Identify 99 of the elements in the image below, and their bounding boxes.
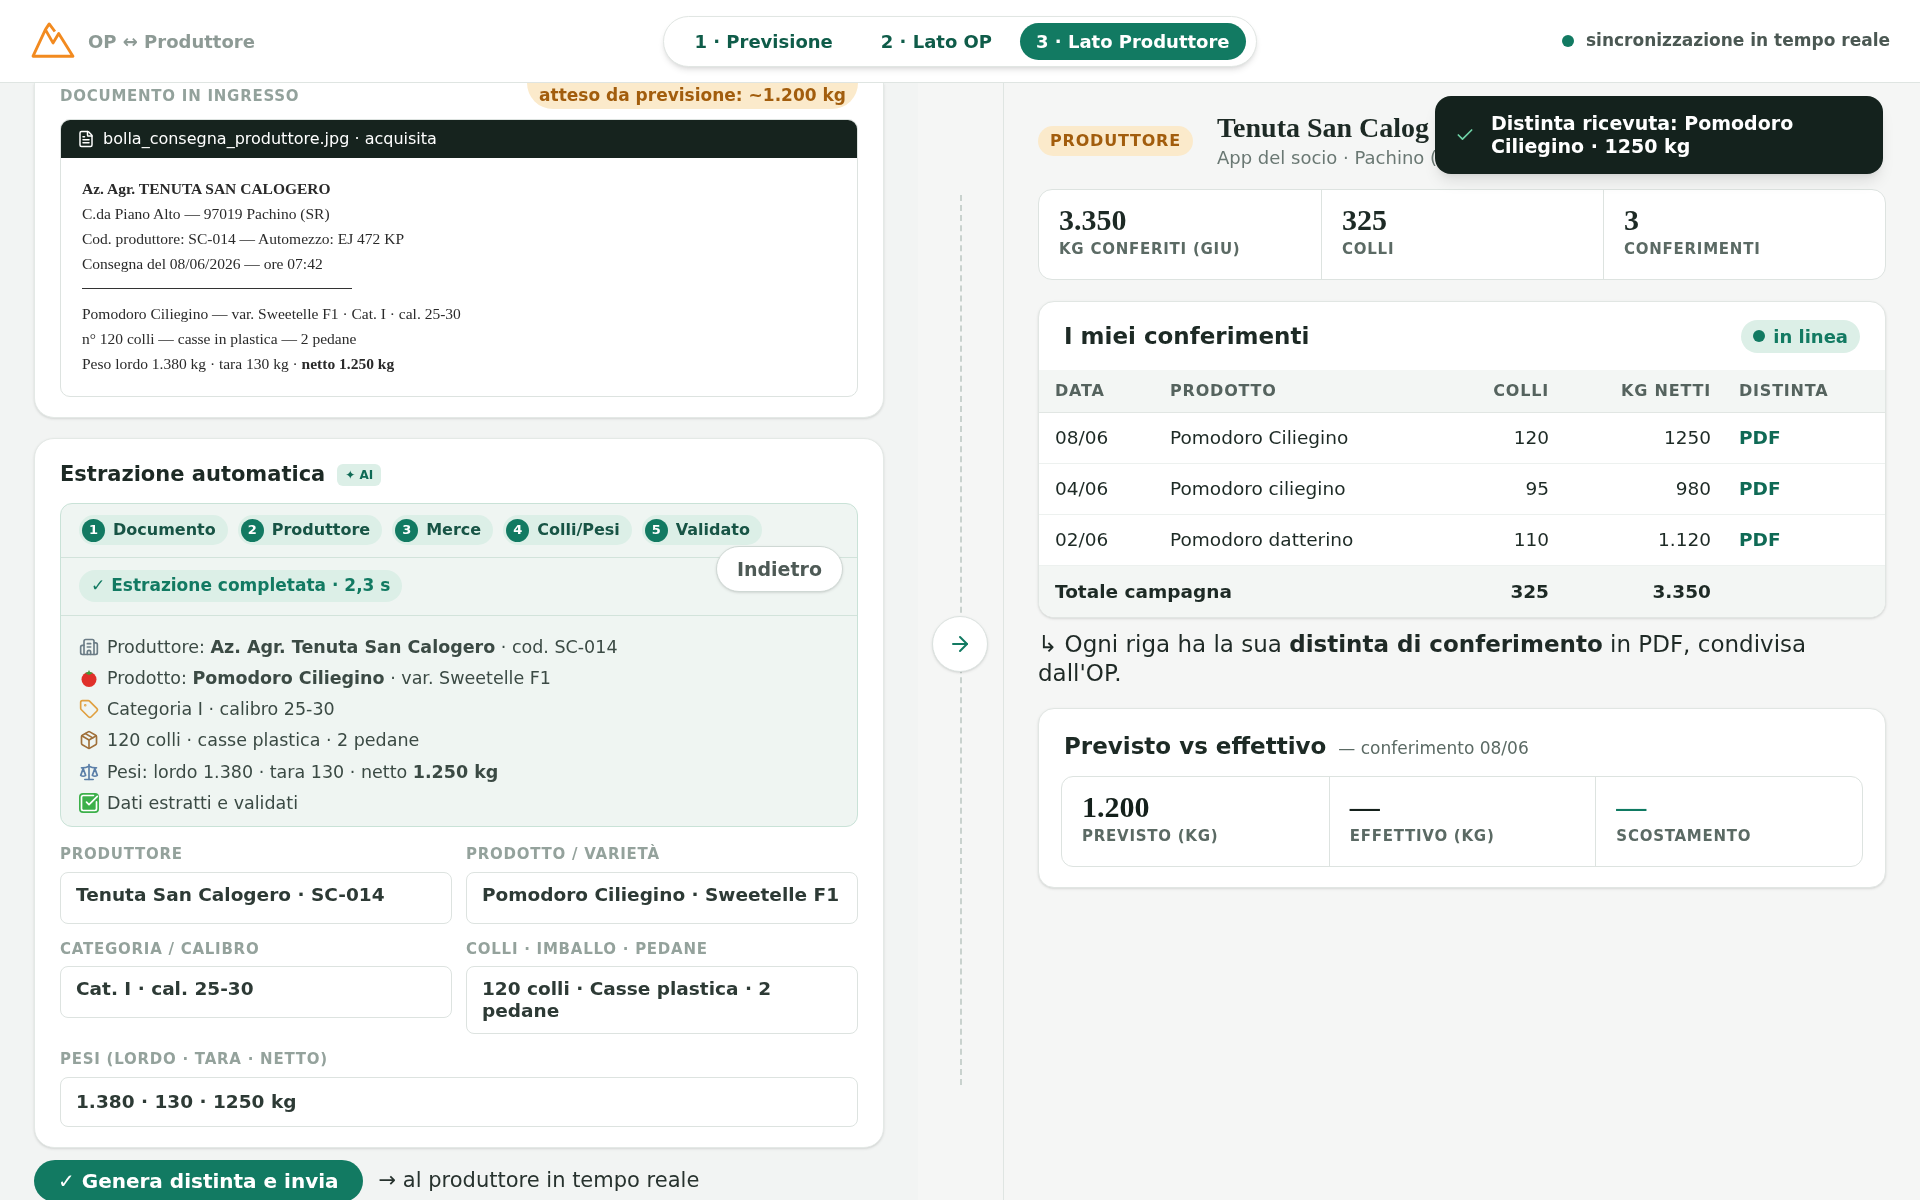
brand-title: OP ↔ Produttore <box>88 29 255 54</box>
column-header: DISTINTA <box>1739 380 1830 402</box>
card-title: Estrazione automatica <box>60 461 326 488</box>
stat-label: COLLI <box>1342 239 1396 260</box>
total-label: Totale campagna <box>1055 579 1233 604</box>
input-field[interactable]: Pomodoro Ciliegino · Sweetelle F1 <box>466 871 858 924</box>
input-field[interactable]: Tenuta San Calogero · SC-014 <box>60 871 452 924</box>
document-company: Az. Agr. TENUTA SAN CALOGERO <box>82 179 332 199</box>
file-icon <box>77 130 95 148</box>
extracted-line: Pesi: lordo 1.380 · tara 130 · netto 1.250 kg <box>107 760 499 784</box>
generate-send-button[interactable]: ✓ Genera distinta e invia <box>34 1159 363 1200</box>
stat-label: SCOSTAMENTO <box>1616 825 1753 847</box>
field-label: CATEGORIA / CALIBRO <box>60 938 261 960</box>
document-line: Cod. produttore: SC-014 — Automezzo: EJ 472 KP <box>82 229 406 249</box>
field-label: PESI (LORDO · TARA · NETTO) <box>60 1049 329 1070</box>
stat-value: 3.350 <box>1059 202 1128 238</box>
table-cell-text: 3.350 <box>1651 579 1712 604</box>
extracted-line: Categoria I · calibro 25-30 <box>107 698 335 721</box>
extracted-line: Prodotto: Pomodoro Ciliegino · var. Sweetelle F1 <box>107 666 551 690</box>
step-number: 2 <box>240 518 264 542</box>
online-badge: in linea <box>1741 319 1860 353</box>
role-badge: PRODUTTORE <box>1038 126 1193 156</box>
stat-label: PREVISTO (KG) <box>1082 825 1220 847</box>
expected-badge: atteso da previsione: ~1.200 kg <box>527 83 858 109</box>
column-header: DATA <box>1055 380 1106 402</box>
step-number: 3 <box>395 518 419 542</box>
document-line: C.da Piano Alto — 97019 Pachino (SR) <box>82 204 331 224</box>
step-label: Produttore <box>271 519 371 541</box>
stat-value: — <box>1349 788 1380 825</box>
stat-label: EFFETTIVO (KG) <box>1349 825 1496 847</box>
field-label: COLLI · IMBALLO · PEDANE <box>466 938 709 960</box>
table-cell-text: 08/06 <box>1055 426 1110 451</box>
table-cell-text: 980 <box>1674 477 1712 502</box>
step-label: Documento <box>113 519 216 541</box>
step-label: Colli/Pesi <box>537 519 620 541</box>
field-label: PRODOTTO / VARIETÀ <box>466 843 661 865</box>
card-title: I miei conferimenti <box>1064 321 1310 351</box>
table-cell-text: 110 <box>1512 528 1550 553</box>
input-field[interactable]: 1.380 · 130 · 1250 kg <box>60 1076 858 1127</box>
extracted-line: 120 colli · casse plastica · 2 pedane <box>107 729 420 753</box>
extracted-line: Produttore: Az. Agr. Tenuta San Calogero · cod. SC-014 <box>107 635 618 659</box>
sync-status: sincronizzazione in tempo reale <box>1585 29 1890 53</box>
table-cell-text: 325 <box>1509 579 1550 604</box>
action-note: → al produttore in tempo reale <box>378 1166 700 1194</box>
field-label: PRODUTTORE <box>60 844 184 865</box>
pdf-link[interactable]: PDF <box>1739 478 1781 500</box>
step-number: 1 <box>82 518 105 542</box>
column-header: PRODOTTO <box>1170 380 1278 402</box>
input-field[interactable]: 120 colli · Casse plastica · 2 pedane <box>466 966 858 1034</box>
document-line: Consegna del 08/06/2026 — ore 07:42 <box>82 254 324 274</box>
extracted-line: Dati estratti e validati <box>107 791 298 815</box>
step-tab[interactable]: 3 · Lato Produttore <box>1020 22 1246 60</box>
pdf-link[interactable]: PDF <box>1739 427 1781 449</box>
stat-label: KG CONFERITI (GIU) <box>1059 239 1242 260</box>
building-icon <box>79 636 99 657</box>
step-tab[interactable]: 1 · Previsione <box>674 22 853 60</box>
table-cell-text: 1250 <box>1662 426 1712 451</box>
scale-icon <box>79 761 99 782</box>
table-cell-text: 02/06 <box>1055 528 1110 553</box>
document-line: Pomodoro Ciliegino — var. Sweetelle F1 · Cat. I · cal. 25-30 <box>82 305 461 322</box>
column-header: COLLI <box>1492 380 1550 402</box>
info-note: ↳ Ogni riga ha la sua distinta di conferimento in PDF, condivisa dall'OP. <box>1038 631 1807 686</box>
stat-value: 3 <box>1624 202 1640 238</box>
table-cell-text: 1.120 <box>1657 528 1712 553</box>
card-title: Previsto vs effettivo <box>1064 732 1327 761</box>
step-label: Merce <box>426 519 482 541</box>
toast-message: Distinta ricevuta: Pomodoro Ciliegino · 1250 kg <box>1491 112 1795 158</box>
stat-value: 1.200 <box>1082 788 1150 825</box>
card-subtitle: — conferimento 08/06 <box>1338 737 1529 760</box>
stat-value: 325 <box>1342 202 1388 238</box>
pdf-link[interactable]: PDF <box>1739 529 1781 551</box>
table-cell-text: 120 <box>1512 426 1550 451</box>
back-button[interactable]: Indietro <box>715 545 843 592</box>
stat-value: — <box>1616 788 1647 825</box>
producer-subtitle: App del socio · Pachino ( <box>1216 145 1438 170</box>
table-cell-text: 95 <box>1524 477 1550 502</box>
stat-label: CONFERIMENTI <box>1624 239 1762 260</box>
table-cell-text: Pomodoro Ciliegino <box>1170 426 1350 451</box>
check-icon <box>79 792 99 813</box>
document-line: n° 120 colli — casse in plastica — 2 pedane <box>82 330 357 347</box>
table-cell-text: Pomodoro datterino <box>1170 528 1355 553</box>
forward-button[interactable] <box>932 616 988 672</box>
producer-name: Tenuta San Calog <box>1216 111 1431 144</box>
step-tab[interactable]: 2 · Lato OP <box>860 22 1013 60</box>
input-field[interactable]: Cat. I · cal. 25-30 <box>60 966 452 1018</box>
table-cell-text: 04/06 <box>1055 477 1110 502</box>
step-label: Validato <box>675 519 750 541</box>
logo-icon <box>30 22 76 60</box>
box-icon <box>79 730 99 751</box>
ai-badge: ✦ AI <box>337 463 382 486</box>
column-header: KG NETTI <box>1620 380 1712 402</box>
section-label: DOCUMENTO IN INGRESSO <box>60 85 300 107</box>
tag-icon <box>79 699 99 720</box>
document-line: Peso lordo 1.380 kg · tara 130 kg · netto 1.250 kg <box>82 355 395 372</box>
step-number: 4 <box>506 518 530 542</box>
completion-badge: ✓ Estrazione completata · 2,3 s <box>79 570 403 602</box>
file-name: bolla_consegna_produttore.jpg · acquisita <box>103 128 437 150</box>
table-cell-text: Pomodoro ciliegino <box>1170 477 1347 502</box>
step-number: 5 <box>644 518 668 542</box>
